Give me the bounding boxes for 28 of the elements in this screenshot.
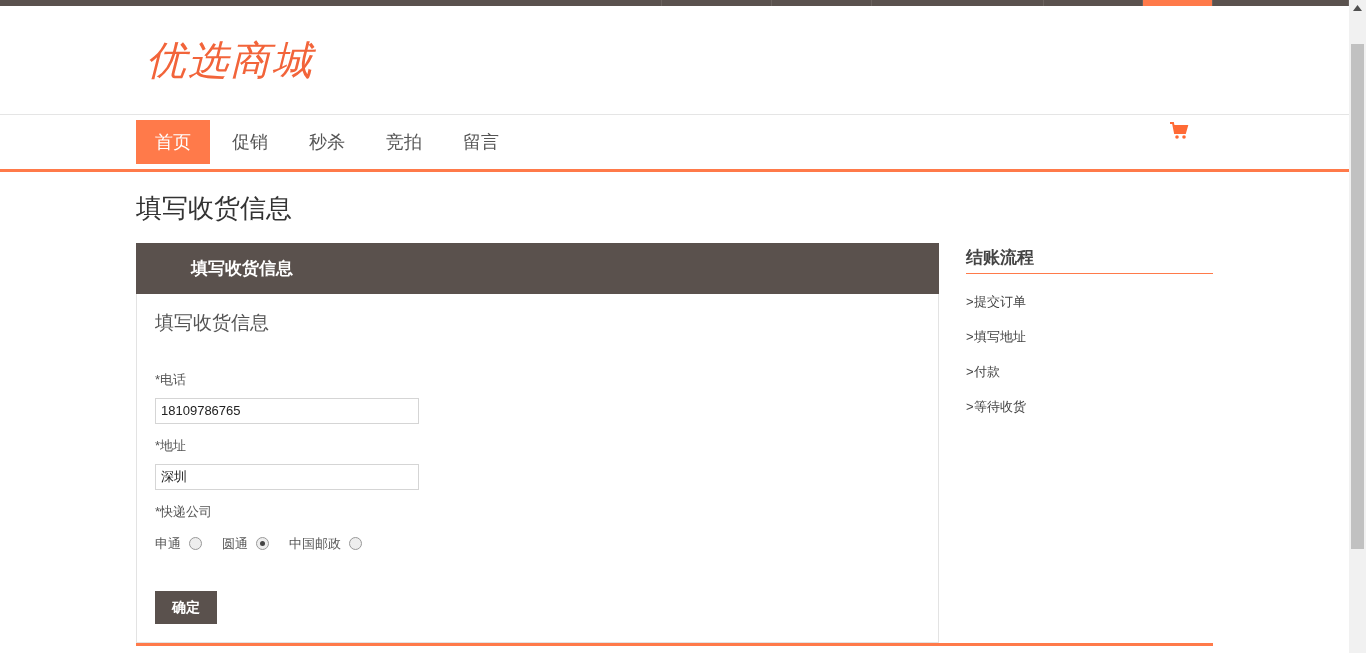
confirm-button[interactable]: 确定: [155, 591, 217, 624]
radio-button[interactable]: [349, 536, 362, 550]
radio-label: 中国邮政: [289, 534, 341, 553]
nav-tab[interactable]: 竞拍: [367, 120, 441, 164]
top-bar-segment[interactable]: [1143, 0, 1213, 6]
scrollbar[interactable]: [1349, 0, 1366, 653]
field-label: *快递公司: [155, 502, 214, 521]
nav-tab[interactable]: 留言: [444, 120, 518, 164]
radio-button[interactable]: [189, 536, 202, 550]
page-title: 填写收货信息: [136, 192, 293, 224]
field-label: *电话: [155, 370, 188, 389]
radio-label: 申通: [155, 534, 181, 553]
field-label: *地址: [155, 436, 188, 455]
input-field[interactable]: 18109786765: [155, 397, 419, 424]
step-link[interactable]: >等待收货: [966, 396, 1213, 416]
panel-header: 填写收货信息: [136, 243, 939, 294]
step-link[interactable]: >填写地址: [966, 326, 1213, 346]
radio-label: 圆通: [222, 534, 248, 553]
nav-tab[interactable]: 秒杀: [290, 120, 364, 164]
form-title: 填写收货信息: [155, 311, 270, 335]
shopping-cart-icon[interactable]: [1169, 122, 1189, 140]
step-link[interactable]: >提交订单: [966, 291, 1213, 311]
step-link[interactable]: >付款: [966, 361, 1213, 381]
sidebar-title: 结账流程: [966, 243, 1213, 274]
radio-button[interactable]: [256, 536, 269, 550]
scroll-up-arrow-icon[interactable]: [1353, 5, 1362, 11]
nav-tab[interactable]: 促销: [213, 120, 287, 164]
input-field[interactable]: 深圳: [155, 463, 419, 490]
